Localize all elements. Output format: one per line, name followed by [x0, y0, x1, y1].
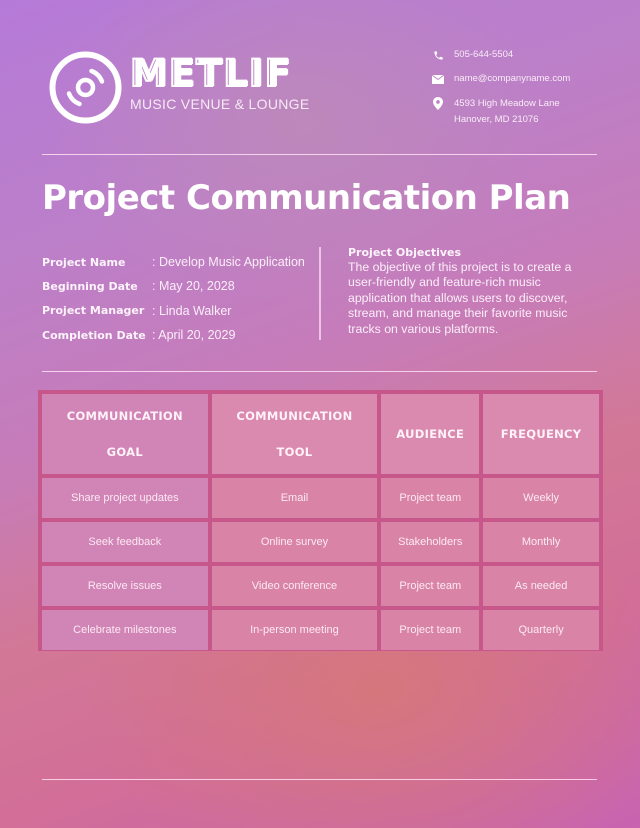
objectives-text: The objective of this project is to crea… [348, 260, 572, 336]
mail-icon [430, 72, 446, 86]
cell-frequency: Weekly [483, 478, 599, 518]
contact-info: 505-644-5504 name@companyname.com 4593 H… [430, 48, 570, 138]
header-communication-tool: COMMUNICATION TOOL [211, 394, 378, 474]
info-label: Project Name [42, 255, 126, 269]
cell-goal: Seek feedback [42, 522, 208, 562]
table-row: Resolve issues Video conference Project … [42, 566, 599, 606]
phone-icon [430, 48, 446, 62]
info-value: : Develop Music Application [152, 255, 305, 270]
info-row-beginning-date: Beginning Date : May 20, 2028 [42, 274, 305, 298]
info-value: : Linda Walker [152, 303, 232, 318]
contact-phone: 505-644-5504 [430, 48, 570, 62]
info-value: : April 20, 2029 [152, 328, 236, 343]
info-label: Project Manager [42, 304, 145, 318]
cell-frequency: Monthly [483, 522, 599, 562]
cell-goal: Celebrate milestones [42, 610, 208, 650]
header-frequency: FREQUENCY [483, 394, 599, 474]
email-address: name@companyname.com [454, 73, 571, 84]
contact-address: 4593 High Meadow Lane Hanover, MD 21076 [430, 96, 570, 128]
info-value: : May 20, 2028 [152, 279, 235, 294]
table-row: Seek feedback Online survey Stakeholders… [42, 522, 599, 562]
vinyl-disc-icon [49, 51, 122, 124]
phone-number: 505-644-5504 [454, 49, 514, 60]
cell-frequency: Quarterly [483, 610, 599, 650]
cell-audience: Stakeholders [381, 522, 480, 562]
project-info: Project Name : Develop Music Application… [42, 250, 305, 347]
cell-goal: Share project updates [42, 478, 208, 518]
cell-audience: Project team [381, 610, 480, 650]
brand-name: METLIF [129, 51, 292, 96]
vertical-divider [319, 247, 321, 340]
header-communication-goal: COMMUNICATION GOAL [42, 394, 208, 474]
info-label: Completion Date [42, 328, 146, 342]
cell-audience: Project team [381, 566, 480, 606]
location-pin-icon [430, 96, 446, 110]
cell-tool: Online survey [211, 522, 378, 562]
info-row-project-name: Project Name : Develop Music Application [42, 250, 305, 274]
project-objectives: Project Objectives The objective of this… [348, 246, 588, 337]
address-line1: 4593 High Meadow Lane [454, 98, 560, 109]
address-line2: Hanover, MD 21076 [454, 114, 539, 125]
cell-tool: In-person meeting [211, 610, 378, 650]
section-divider [42, 371, 597, 372]
page-title: Project Communication Plan [42, 178, 571, 218]
contact-email: name@companyname.com [430, 72, 570, 86]
header-audience: AUDIENCE [381, 394, 480, 474]
footer-divider [42, 779, 597, 780]
objectives-title: Project Objectives [348, 246, 462, 259]
info-row-completion-date: Completion Date : April 20, 2029 [42, 323, 305, 347]
table-header-row: COMMUNICATION GOAL COMMUNICATION TOOL AU… [42, 394, 599, 474]
cell-frequency: As needed [483, 566, 599, 606]
info-label: Beginning Date [42, 279, 138, 293]
table-row: Celebrate milestones In-person meeting P… [42, 610, 599, 650]
cell-audience: Project team [381, 478, 480, 518]
cell-tool: Email [211, 478, 378, 518]
cell-tool: Video conference [211, 566, 378, 606]
cell-goal: Resolve issues [42, 566, 208, 606]
header-divider [42, 154, 597, 155]
info-row-project-manager: Project Manager : Linda Walker [42, 299, 305, 323]
table-row: Share project updates Email Project team… [42, 478, 599, 518]
document-page: METLIF MUSIC VENUE & LOUNGE 505-644-5504… [0, 0, 640, 828]
communication-table: COMMUNICATION GOAL COMMUNICATION TOOL AU… [38, 390, 603, 651]
brand-subtitle: MUSIC VENUE & LOUNGE [130, 96, 310, 112]
